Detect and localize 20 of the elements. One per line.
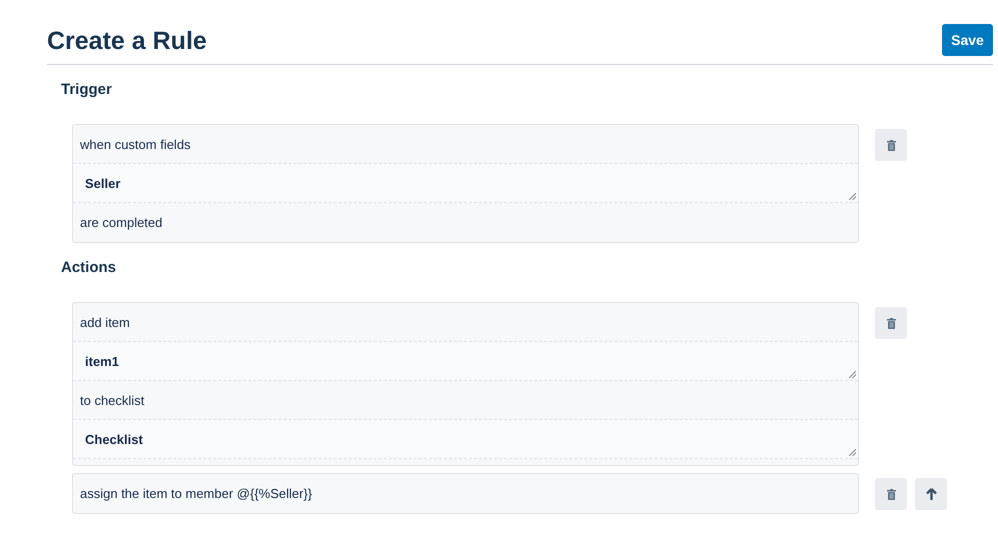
move-up-button[interactable] [915,478,947,510]
section-heading: Actions [61,259,118,278]
arrow-up-icon [926,488,936,500]
save-button[interactable]: Save [942,24,993,56]
rule-text: add item [80,314,130,330]
delete-button[interactable] [875,129,907,161]
resize-handle-icon[interactable] [849,449,856,456]
page-title: Create a Rule [47,27,207,56]
resize-handle-icon[interactable] [849,371,856,378]
section-heading: Trigger [61,81,113,100]
delete-button[interactable] [875,478,907,510]
rule-text: assign the item to member @{{%Seller}} [80,486,312,501]
resize-handle-icon[interactable] [849,193,856,200]
rule-text: are completed [80,215,162,230]
delete-button[interactable] [875,307,907,339]
trash-icon [886,140,896,150]
trash-icon [886,488,896,500]
rule-text: to checklist [80,392,144,408]
trash-icon [886,318,896,328]
rule-text: when custom fields [80,136,191,152]
